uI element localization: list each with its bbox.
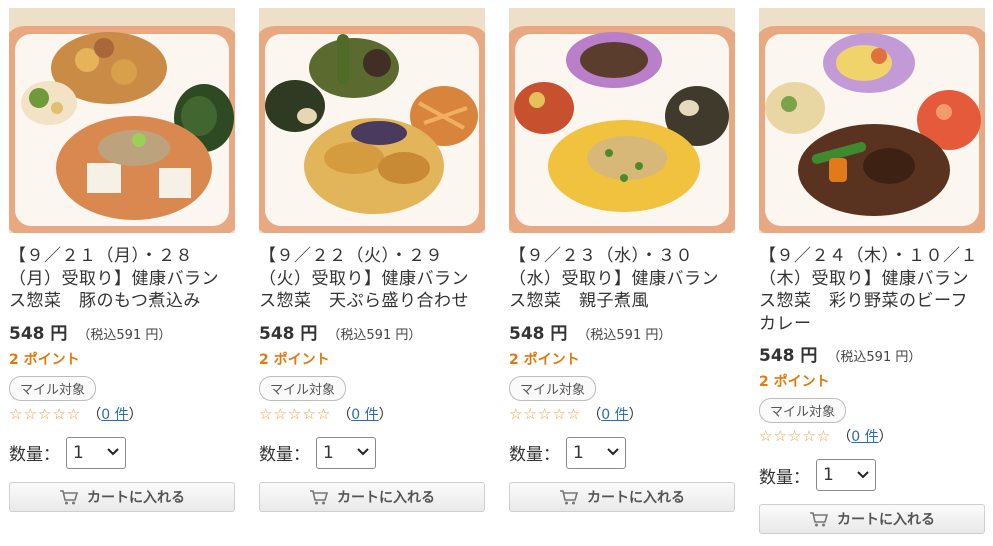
review-link[interactable]: 0 件 bbox=[601, 407, 628, 423]
price: 548 円 bbox=[759, 346, 818, 366]
quantity-value: 1 bbox=[323, 442, 334, 463]
chevron-down-icon bbox=[357, 446, 369, 459]
quantity-label: 数量： bbox=[509, 445, 560, 465]
product-image[interactable] bbox=[259, 8, 485, 233]
quantity-row: 数量： 1 bbox=[259, 436, 485, 469]
tax-price: （税込591 円） bbox=[577, 327, 672, 343]
price: 548 円 bbox=[509, 323, 568, 344]
tax-price: （税込591 円） bbox=[77, 327, 172, 343]
product-image[interactable] bbox=[759, 8, 985, 233]
chevron-down-icon bbox=[607, 446, 619, 459]
price-row: 548 円 （税込591 円） bbox=[509, 319, 735, 344]
product-card: 【９／２４（木）・１０／１（木）受取り】健康バランス惣菜 彩り野菜のビーフカレー… bbox=[759, 8, 985, 534]
paren-open: （ bbox=[337, 406, 352, 423]
cart-button-label: カートに入れる bbox=[837, 512, 935, 528]
points: 2 ポイント bbox=[9, 351, 80, 368]
paren-open: （ bbox=[587, 406, 602, 423]
quantity-label: 数量： bbox=[759, 467, 810, 488]
quantity-row: 数量： 1 bbox=[759, 459, 985, 491]
paren-close: ） bbox=[378, 406, 393, 423]
star-rating-icon: ☆☆☆☆☆ bbox=[509, 404, 582, 423]
cart-button-label: カートに入れる bbox=[587, 489, 685, 506]
product-card: 【９／２１（月）・２８（月）受取り】健康バランス惣菜 豚のもつ煮込み 548 円… bbox=[9, 8, 235, 512]
product-title[interactable]: 【９／２３（水）・３０（水）受取り】健康バランス惣菜 親子煮風 bbox=[509, 245, 735, 313]
price-row: 548 円 （税込591 円） bbox=[259, 319, 485, 344]
review-count: （0 件） bbox=[587, 404, 642, 424]
mile-badge: マイル対象 bbox=[259, 375, 347, 401]
price-row: 548 円 （税込591 円） bbox=[9, 319, 235, 344]
points: 2 ポイント bbox=[259, 351, 330, 368]
quantity-value: 1 bbox=[573, 442, 584, 463]
rating: ☆☆☆☆☆ （0 件） bbox=[259, 404, 485, 424]
quantity-value: 1 bbox=[823, 465, 834, 485]
cart-icon bbox=[309, 489, 329, 505]
quantity-row: 数量： 1 bbox=[9, 436, 235, 469]
tax-price: （税込591 円） bbox=[827, 350, 922, 365]
cart-icon bbox=[559, 489, 579, 505]
product-card: 【９／２２（火）・２９（火）受取り】健康バランス惣菜 天ぷら盛り合わせ 548 … bbox=[259, 8, 485, 512]
chevron-down-icon bbox=[107, 446, 119, 459]
quantity-label: 数量： bbox=[259, 445, 310, 465]
price: 548 円 bbox=[259, 323, 318, 344]
add-to-cart-button[interactable]: カートに入れる bbox=[9, 481, 235, 512]
cart-button-label: カートに入れる bbox=[87, 489, 185, 506]
product-image[interactable] bbox=[9, 8, 235, 233]
mile-badge: マイル対象 bbox=[9, 375, 97, 401]
points: 2 ポイント bbox=[509, 351, 580, 368]
quantity-row: 数量： 1 bbox=[509, 436, 735, 469]
cart-icon bbox=[809, 511, 829, 527]
quantity-select[interactable]: 1 bbox=[66, 436, 126, 469]
rating: ☆☆☆☆☆ （0 件） bbox=[9, 404, 235, 424]
review-count: （0 件） bbox=[837, 426, 892, 446]
price-row: 548 円 （税込591 円） bbox=[759, 341, 985, 366]
quantity-select[interactable]: 1 bbox=[816, 459, 876, 491]
paren-close: ） bbox=[128, 406, 143, 423]
star-rating-icon: ☆☆☆☆☆ bbox=[9, 404, 82, 423]
product-title[interactable]: 【９／２４（木）・１０／１（木）受取り】健康バランス惣菜 彩り野菜のビーフカレー bbox=[759, 245, 985, 335]
star-rating-icon: ☆☆☆☆☆ bbox=[259, 404, 332, 423]
cart-button-label: カートに入れる bbox=[337, 489, 435, 506]
rating: ☆☆☆☆☆ （0 件） bbox=[509, 404, 735, 424]
product-grid: 【９／２１（月）・２８（月）受取り】健康バランス惣菜 豚のもつ煮込み 548 円… bbox=[0, 0, 993, 546]
add-to-cart-button[interactable]: カートに入れる bbox=[509, 481, 735, 512]
mile-badge: マイル対象 bbox=[509, 375, 597, 401]
product-title[interactable]: 【９／２２（火）・２９（火）受取り】健康バランス惣菜 天ぷら盛り合わせ bbox=[259, 245, 485, 313]
review-count: （0 件） bbox=[337, 404, 392, 424]
star-rating-icon: ☆☆☆☆☆ bbox=[759, 427, 832, 445]
quantity-select[interactable]: 1 bbox=[316, 436, 376, 469]
product-image[interactable] bbox=[509, 8, 735, 233]
quantity-value: 1 bbox=[73, 442, 84, 463]
paren-open: （ bbox=[87, 406, 102, 423]
paren-close: ） bbox=[628, 406, 643, 423]
mile-badge: マイル対象 bbox=[759, 398, 847, 423]
points: 2 ポイント bbox=[759, 374, 830, 390]
price: 548 円 bbox=[9, 323, 68, 344]
product-title[interactable]: 【９／２１（月）・２８（月）受取り】健康バランス惣菜 豚のもつ煮込み bbox=[9, 245, 235, 313]
chevron-down-icon bbox=[857, 469, 869, 482]
product-card: 【９／２３（水）・３０（水）受取り】健康バランス惣菜 親子煮風 548 円 （税… bbox=[509, 8, 735, 512]
review-link[interactable]: 0 件 bbox=[101, 407, 128, 423]
quantity-label: 数量： bbox=[9, 445, 60, 465]
review-link[interactable]: 0 件 bbox=[851, 429, 878, 445]
paren-open: （ bbox=[837, 429, 852, 445]
rating: ☆☆☆☆☆ （0 件） bbox=[759, 426, 985, 446]
review-count: （0 件） bbox=[87, 404, 142, 424]
add-to-cart-button[interactable]: カートに入れる bbox=[259, 481, 485, 512]
quantity-select[interactable]: 1 bbox=[566, 436, 626, 469]
cart-icon bbox=[59, 489, 79, 505]
add-to-cart-button[interactable]: カートに入れる bbox=[759, 504, 985, 534]
review-link[interactable]: 0 件 bbox=[351, 407, 378, 423]
paren-close: ） bbox=[878, 429, 893, 445]
tax-price: （税込591 円） bbox=[327, 327, 422, 343]
